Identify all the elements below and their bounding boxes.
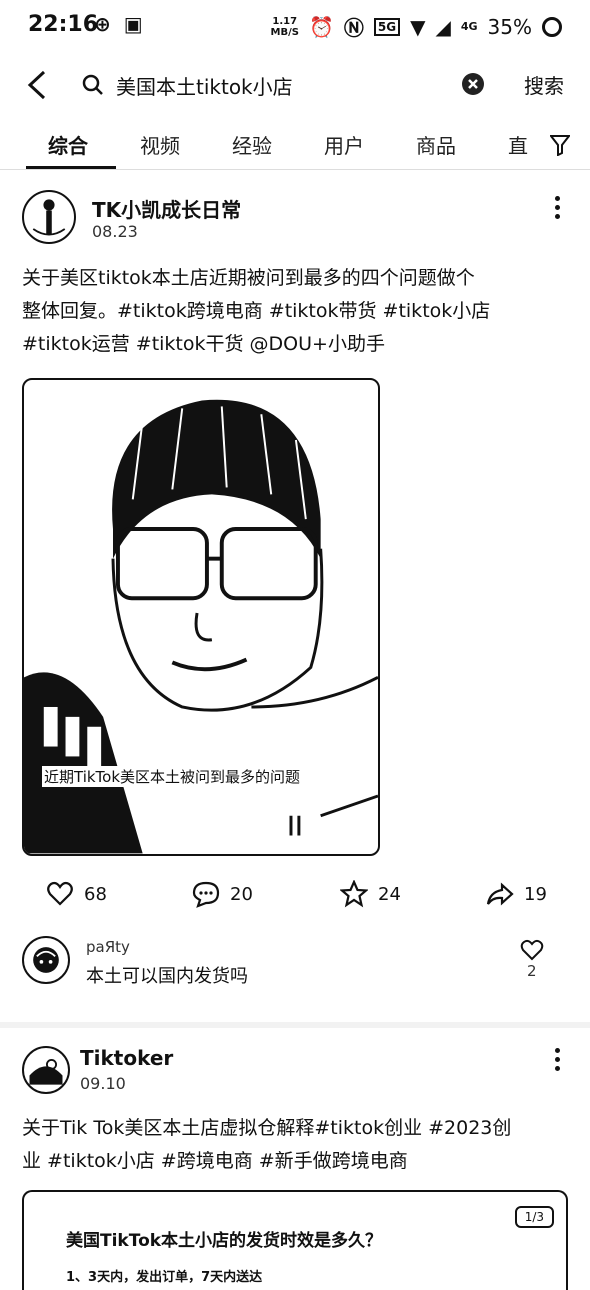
share-button[interactable]: 19 [486,880,547,908]
star-icon [340,880,368,908]
tab-video[interactable]: 视频 [140,130,180,159]
wifi-icon: ▼ [410,14,426,39]
like-button[interactable]: 68 [46,880,107,908]
signal-icon: ◢ [435,14,451,39]
post-text[interactable]: 关于美区tiktok本土店近期被问到最多的四个问题做个 整体回复。#tiktok… [22,262,572,361]
like-count: 68 [84,883,107,905]
more-options-icon[interactable] [552,196,562,222]
post-text-line: 关于Tik Tok美区本土店虚拟仓解释#tiktok创业 #2023创 [22,1117,512,1139]
commenter-name[interactable]: paЯty [86,938,130,956]
heart-icon [47,881,73,906]
commenter-avatar[interactable] [22,936,70,984]
result-tabs: 综合 视频 经验 用户 商品 直 [0,122,590,172]
image-icon: ▣ [123,12,143,36]
comment-text: 本土可以国内发货吗 [86,966,248,987]
author-avatar[interactable] [22,190,76,244]
tab-users[interactable]: 用户 [324,130,364,159]
tab-experience[interactable]: 经验 [232,130,272,159]
tab-live[interactable]: 直 [508,130,530,159]
tab-comprehensive[interactable]: 综合 [48,130,88,159]
network-4g-icon: 4G [460,20,478,33]
search-input[interactable] [114,72,448,98]
post-text-line: 整体回复。#tiktok跨境电商 #tiktok带货 #tiktok小店 [22,300,491,322]
nfc-icon: Ⓝ [343,16,364,40]
search-button[interactable]: 搜索 [524,70,564,99]
video-caption: 近期TikTok美区本土被问到最多的问题 [42,766,303,787]
battery-level: 35% [487,14,532,39]
battery-icon [542,16,562,37]
image-carousel[interactable]: 1/3 美国TikTok本土小店的发货时效是多久？ 1、3天内，发出订单，7天内… [22,1190,568,1290]
network-speed-value: 1.17 [272,15,298,27]
video-thumbnail[interactable]: 近期TikTok美区本土被问到最多的问题 [22,378,380,856]
author-name[interactable]: TK小凯成长日常 [92,194,241,223]
filter-icon[interactable] [550,134,570,156]
network-5g-icon: 5G [373,17,401,36]
comment-button[interactable]: 20 [192,880,253,908]
post-text-line: 关于美区tiktok本土店近期被问到最多的四个问题做个 [22,267,475,289]
post-date: 08.23 [92,222,138,241]
section-divider [0,1022,590,1028]
post-text[interactable]: 关于Tik Tok美区本土店虚拟仓解释#tiktok创业 #2023创 业 #t… [22,1112,572,1178]
search-field[interactable] [76,64,496,106]
alarm-icon: ⏰ [308,14,334,39]
image-title: 美国TikTok本土小店的发货时效是多久？ [66,1231,383,1251]
network-speed-unit: MB/S [270,26,299,38]
notification-icons: ⊕ ▣ [94,12,143,36]
comment-like-count: 2 [527,962,537,980]
post-text-line: #tiktok运营 #tiktok干货 @DOU+小助手 [22,333,385,355]
tabs-divider [0,169,590,170]
more-options-icon[interactable] [552,1048,562,1074]
comment-icon [192,881,220,908]
post-date: 09.10 [80,1074,126,1093]
author-avatar[interactable] [22,1046,70,1094]
search-icon [82,74,103,95]
page-indicator: 1/3 [514,1206,554,1228]
image-text: 1、3天内，发出订单，7天内送达 [66,1270,263,1285]
search-bar: 搜索 [0,58,590,112]
clear-search-icon[interactable] [462,73,484,95]
author-name[interactable]: Tiktoker [80,1046,173,1070]
comment-count: 20 [230,883,253,905]
back-arrow-icon[interactable] [22,68,56,102]
favorite-button[interactable]: 24 [340,880,401,908]
favorite-count: 24 [378,883,401,905]
tab-products[interactable]: 商品 [416,130,456,159]
hd-icon: ⊕ [94,12,111,36]
share-count: 19 [524,883,547,905]
comment-heart-icon[interactable] [520,938,544,962]
status-bar: 22:16 ⊕ ▣ 1.17 MB/S ⏰ Ⓝ 5G ▼ ◢ 4G 35% [0,0,590,52]
share-icon [486,882,514,906]
status-time: 22:16 [28,12,99,37]
network-speed: 1.17 MB/S [271,16,299,38]
post-text-line: 业 #tiktok小店 #跨境电商 #新手做跨境电商 [22,1150,408,1172]
